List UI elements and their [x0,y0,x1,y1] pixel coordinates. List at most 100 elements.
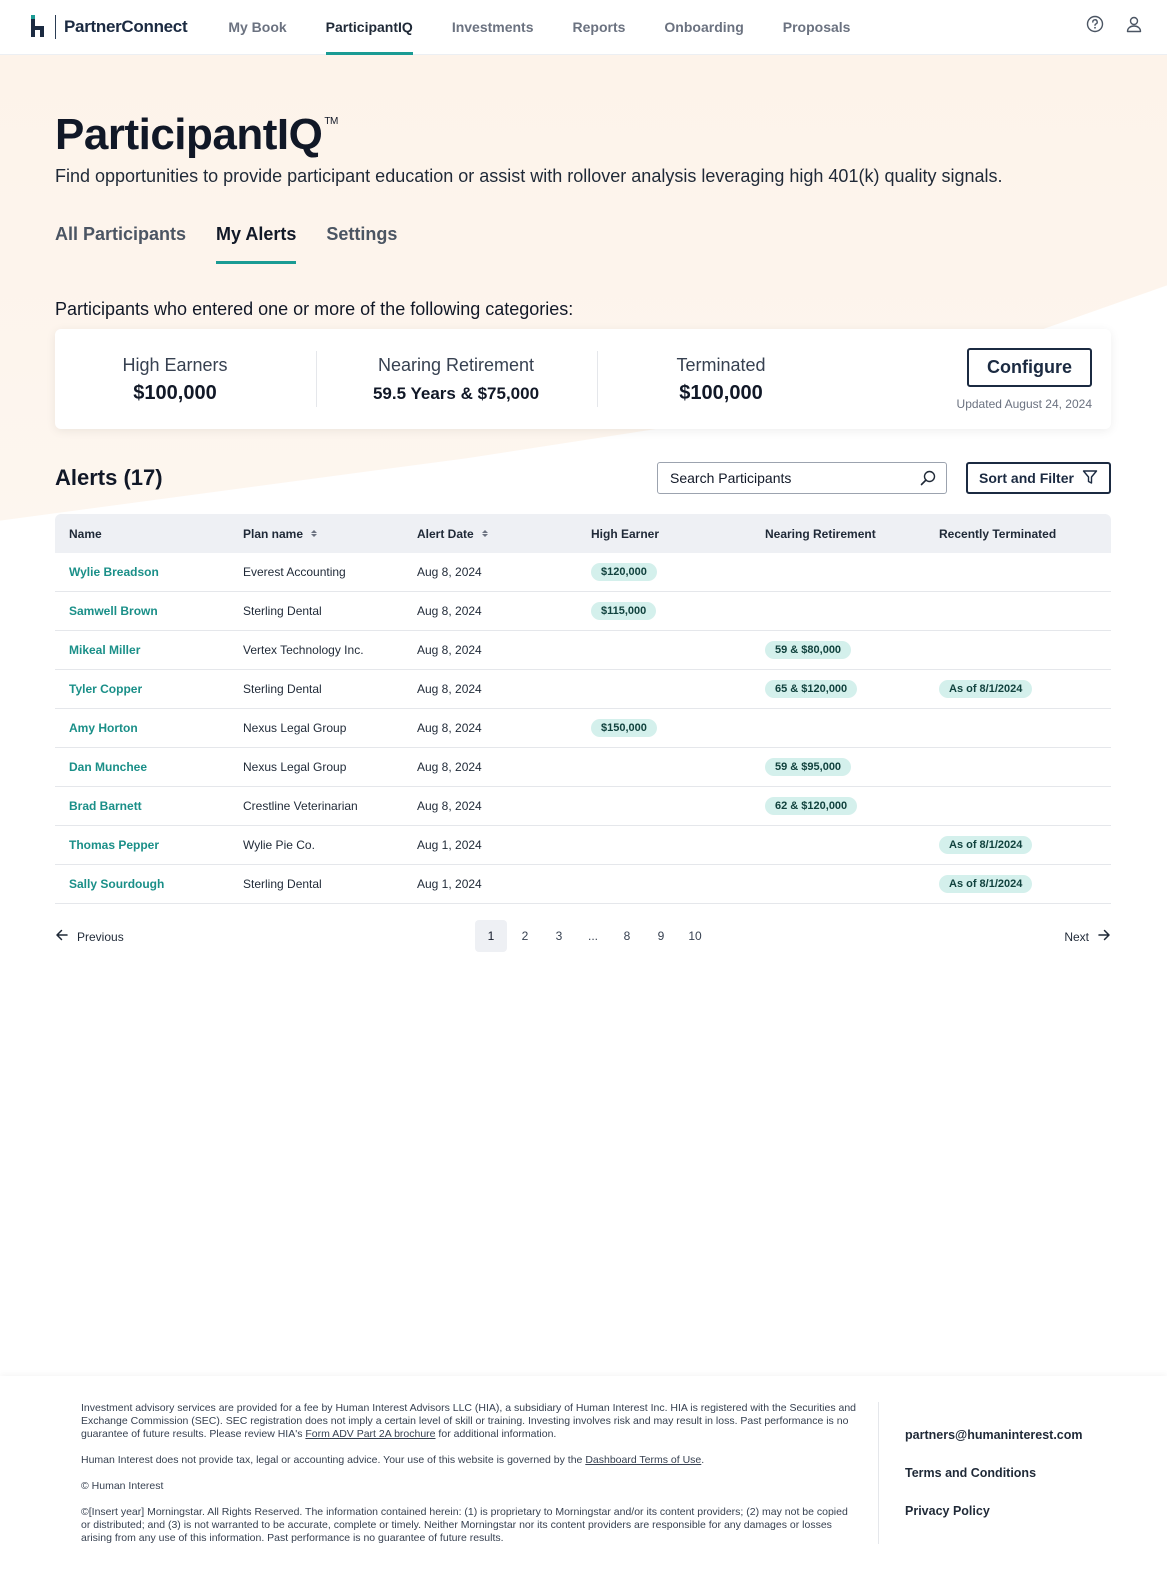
table-cell: Aug 8, 2024 [403,799,577,813]
categories-intro: Participants who entered one or more of … [55,299,574,319]
participant-name-link[interactable]: Tyler Copper [69,682,142,696]
nav-investments[interactable]: Investments [452,0,534,55]
next-label: Next [1064,929,1089,944]
category-divider [597,351,598,407]
logo-divider [55,15,56,39]
previous-page-button[interactable]: Previous [55,928,124,945]
table-cell: Aug 8, 2024 [403,682,577,696]
table-row[interactable]: Samwell Brown Sterling Dental Aug 8, 2024 $… [55,592,1111,631]
arrow-left-icon [55,928,69,945]
table-cell: Wylie Breadson [55,565,229,579]
participant-name-link[interactable]: Mikeal Miller [69,643,140,657]
page-number-button[interactable]: 10 [679,920,711,952]
tab-my-alerts[interactable]: My Alerts [216,224,297,264]
copyright: © Human Interest [81,1480,164,1492]
nav-proposals[interactable]: Proposals [783,0,851,55]
plan-name-cell: Sterling Dental [243,877,322,891]
footer: Investment advisory services are provide… [0,1376,1167,1582]
nav-icons [1086,15,1143,33]
column-header-recently-terminated: Recently Terminated [939,526,1057,541]
terms-link[interactable]: Terms and Conditions [905,1466,1083,1480]
search-icon[interactable] [920,470,936,486]
participant-name-link[interactable]: Samwell Brown [69,604,158,618]
alert-date-cell: Aug 8, 2024 [417,682,482,696]
participant-name-link[interactable]: Amy Horton [69,721,138,735]
privacy-link[interactable]: Privacy Policy [905,1504,1083,1518]
category-value: 59.5 Years & $75,000 [372,384,540,403]
plan-name-cell: Crestline Veterinarian [243,799,358,813]
participant-name-link[interactable]: Dan Munchee [69,760,147,774]
category-value: $100,000 [133,382,217,404]
nearing-retirement-badge: 62 & $120,000 [765,797,858,815]
dashboard-terms-link[interactable]: Dashboard Terms of Use [585,1454,701,1466]
configure-button[interactable]: Configure [967,348,1092,387]
nav-participantiq[interactable]: ParticipantIQ [325,0,413,55]
tab-bar: All Participants My Alerts Settings [55,224,427,264]
page-number-button[interactable]: 2 [509,920,541,952]
category-divider [316,351,317,407]
filter-icon [1082,469,1098,488]
disclosure-advisory: Investment advisory services are provide… [81,1402,857,1440]
tab-settings[interactable]: Settings [326,224,397,264]
table-cell: Aug 8, 2024 [403,760,577,774]
table-cell: Aug 8, 2024 [403,721,577,735]
column-header-plan-name[interactable]: Plan name [229,527,403,541]
page-number-button[interactable]: 3 [543,920,575,952]
table-row[interactable]: Mikeal Miller Vertex Technology Inc. Aug 8… [55,631,1111,670]
table-cell: Amy Horton [55,721,229,735]
tab-all-participants[interactable]: All Participants [55,224,186,264]
table-cell: $150,000 [577,719,751,737]
arrow-right-icon [1097,928,1111,945]
search-participants [657,462,947,494]
alert-date-cell: Aug 1, 2024 [417,838,482,852]
table-cell: 59 & $95,000 [751,758,925,776]
table-cell: As of 8/1/2024 [925,875,1111,893]
page-number-button[interactable]: 8 [611,920,643,952]
nav-onboarding[interactable]: Onboarding [664,0,743,55]
plan-name-cell: Sterling Dental [243,604,322,618]
participant-name-link[interactable]: Thomas Pepper [69,838,159,852]
nav-reports[interactable]: Reports [573,0,626,55]
nearing-retirement-badge: 65 & $120,000 [765,680,858,698]
participant-name-link[interactable]: Sally Sourdough [69,877,164,891]
column-header-alert-date[interactable]: Alert Date [403,527,577,541]
plan-name-cell: Nexus Legal Group [243,721,347,735]
next-page-button[interactable]: Next [1064,928,1111,945]
table-row[interactable]: Amy Horton Nexus Legal Group Aug 8, 2024 $1… [55,709,1111,748]
table-cell: Aug 1, 2024 [403,877,577,891]
column-header-name: Name [69,526,102,541]
user-icon[interactable] [1125,15,1143,33]
participant-name-link[interactable]: Wylie Breadson [69,565,159,579]
morningstar-disclosure: ©[Insert year] Morningstar. All Rights R… [81,1506,848,1544]
table-cell: Nexus Legal Group [229,721,403,735]
table-row[interactable]: Dan Munchee Nexus Legal Group Aug 8, 2024 5… [55,748,1111,787]
category-label: Terminated [676,355,766,375]
brand-logo[interactable]: PartnerConnect [30,15,188,39]
table-row[interactable]: Brad Barnett Crestline Veterinarian Aug 8,… [55,787,1111,826]
help-icon[interactable] [1086,15,1104,33]
search-input[interactable] [658,463,920,493]
table-row[interactable]: Thomas Pepper Wylie Pie Co. Aug 1, 2024 As … [55,826,1111,865]
participant-name-link[interactable]: Brad Barnett [69,799,142,813]
page-number-button[interactable]: 1 [475,920,507,952]
plan-name-cell: Nexus Legal Group [243,760,347,774]
sort-and-filter-button[interactable]: Sort and Filter [966,462,1111,494]
partners-email-link[interactable]: partners@humaninterest.com [905,1428,1083,1442]
top-navigation: PartnerConnect My Book ParticipantIQ Inv… [0,0,1167,55]
updated-timestamp: Updated August 24, 2024 [956,397,1092,411]
plan-name-cell: Vertex Technology Inc. [243,643,364,657]
table-row[interactable]: Tyler Copper Sterling Dental Aug 8, 2024 65… [55,670,1111,709]
page-number-button[interactable]: 9 [645,920,677,952]
alert-date-cell: Aug 8, 2024 [417,760,482,774]
alert-date-cell: Aug 8, 2024 [417,604,482,618]
table-row[interactable]: Sally Sourdough Sterling Dental Aug 1, 202… [55,865,1111,904]
logo-mark-icon [30,15,46,39]
table-cell: Sterling Dental [229,877,403,891]
category-high-earners: High Earners $100,000 [55,355,295,405]
table-cell: $115,000 [577,602,751,620]
table-cell: Tyler Copper [55,682,229,696]
nav-my-book[interactable]: My Book [228,0,286,55]
table-cell: Dan Munchee [55,760,229,774]
form-adv-link[interactable]: Form ADV Part 2A brochure [305,1428,435,1440]
table-row[interactable]: Wylie Breadson Everest Accounting Aug 8, 2… [55,553,1111,592]
